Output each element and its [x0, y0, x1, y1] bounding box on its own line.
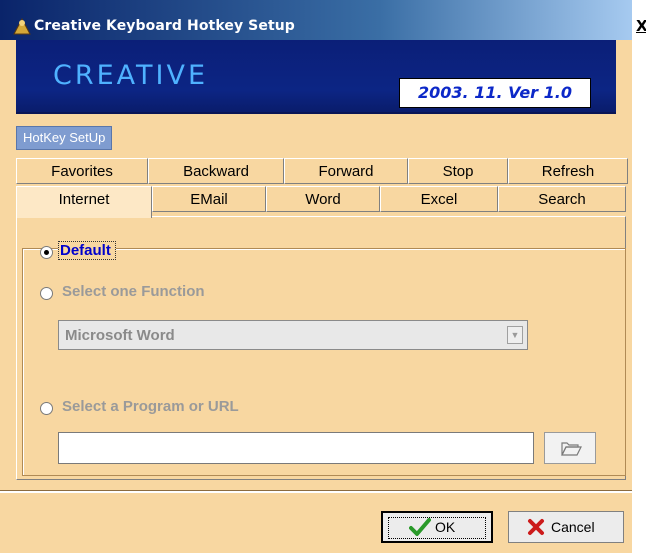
- creative-banner: CREATIVE 2003. 11. Ver 1.0: [16, 40, 616, 114]
- window-title: Creative Keyboard Hotkey Setup: [34, 18, 295, 34]
- program-url-input[interactable]: [58, 432, 534, 464]
- tab-internet[interactable]: Internet: [16, 186, 152, 218]
- ok-label: OK: [435, 519, 456, 535]
- browse-button[interactable]: [544, 432, 596, 464]
- default-label[interactable]: Default: [58, 241, 116, 260]
- select-program-label[interactable]: Select a Program or URL: [62, 398, 239, 415]
- tab-forward[interactable]: Forward: [284, 158, 408, 184]
- checkmark-icon: [409, 518, 431, 536]
- creative-logo: CREATIVE: [53, 60, 209, 91]
- footer-divider: [0, 490, 632, 493]
- tab-backward[interactable]: Backward: [148, 158, 284, 184]
- section-label: HotKey SetUp: [16, 126, 113, 150]
- hotkey-setup-dialog: Creative Keyboard Hotkey Setup X CREATIV…: [0, 0, 646, 553]
- tab-row-front: Internet EMail Word Excel Search: [16, 186, 628, 218]
- title-bar: Creative Keyboard Hotkey Setup: [0, 0, 632, 40]
- close-button[interactable]: X: [636, 17, 646, 35]
- cancel-label: Cancel: [551, 519, 595, 535]
- tab-stop[interactable]: Stop: [408, 158, 508, 184]
- tab-favorites[interactable]: Favorites: [16, 158, 148, 184]
- select-program-radio[interactable]: [40, 402, 53, 415]
- default-radio[interactable]: [40, 246, 53, 259]
- version-label: 2003. 11. Ver 1.0: [399, 78, 591, 108]
- select-function-radio[interactable]: [40, 287, 53, 300]
- function-dropdown[interactable]: Microsoft Word ▼: [58, 320, 528, 350]
- select-function-label[interactable]: Select one Function: [62, 283, 205, 300]
- tab-row-back: Favorites Backward Forward Stop Refresh: [16, 158, 628, 184]
- x-mark-icon: [528, 519, 544, 535]
- tab-refresh[interactable]: Refresh: [508, 158, 628, 184]
- tab-search[interactable]: Search: [498, 186, 626, 212]
- creative-app-icon: [13, 17, 31, 35]
- ok-button[interactable]: OK: [381, 511, 493, 543]
- cancel-button[interactable]: Cancel: [508, 511, 624, 543]
- tab-email[interactable]: EMail: [152, 186, 266, 212]
- tab-word[interactable]: Word: [266, 186, 380, 212]
- function-dropdown-value: Microsoft Word: [65, 327, 175, 344]
- tab-excel[interactable]: Excel: [380, 186, 498, 212]
- folder-open-icon: [561, 442, 582, 456]
- chevron-down-icon[interactable]: ▼: [507, 326, 523, 344]
